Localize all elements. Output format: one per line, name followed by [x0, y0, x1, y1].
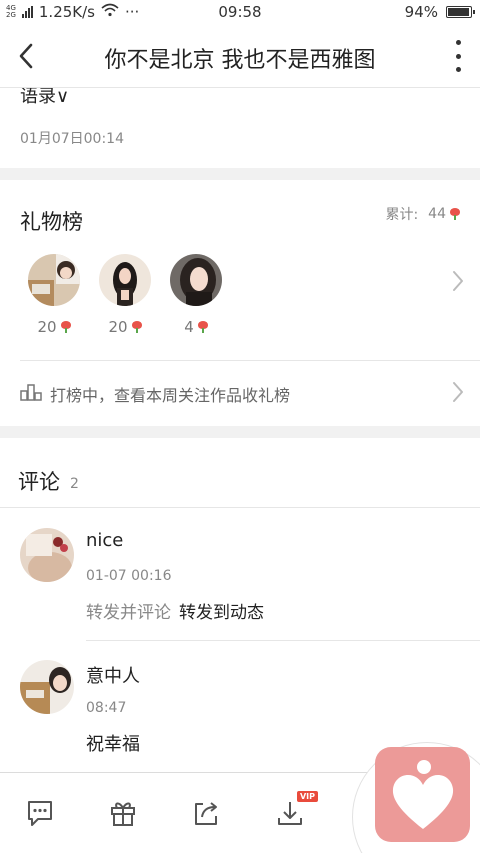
heart-app-icon — [392, 759, 453, 829]
post-content: 语录∨ 01月07日00:14 — [0, 88, 480, 168]
gift-button[interactable] — [105, 795, 141, 831]
weekly-rank-link[interactable]: 打榜中，查看本周关注作品收礼榜 — [20, 361, 464, 427]
weekly-rank-text: 打榜中，查看本周关注作品收礼榜 — [50, 386, 291, 405]
post-text-expand[interactable]: 语录∨ — [20, 88, 69, 108]
rose-icon — [131, 321, 142, 333]
chevron-right-icon[interactable] — [452, 270, 464, 296]
post-date: 01月07日00:14 — [20, 131, 124, 147]
divider — [0, 507, 480, 508]
comment-button[interactable] — [22, 795, 58, 831]
avatar — [28, 254, 80, 306]
gift-icon — [111, 802, 135, 826]
rose-icon — [60, 321, 71, 333]
chevron-right-icon — [452, 381, 464, 407]
comment-text-part: 转发并评论 — [86, 603, 171, 623]
battery-fill — [448, 8, 469, 16]
rose-icon — [197, 321, 208, 333]
donor-count: 4 — [168, 318, 224, 336]
title-bar: 你不是北京 我也不是西雅图 — [0, 24, 480, 88]
avatar[interactable] — [20, 528, 74, 582]
divider — [86, 640, 480, 641]
avatar[interactable] — [20, 660, 74, 714]
comment-body: 转发并评论 转发到动态 — [86, 598, 264, 623]
section-gap — [0, 426, 480, 438]
rose-icon — [450, 208, 460, 220]
download-button[interactable]: VIP — [272, 791, 318, 831]
back-arrow-icon — [19, 43, 33, 69]
battery-percent: 94% — [404, 3, 438, 21]
avatar — [170, 254, 222, 306]
gift-donor[interactable]: 4 — [168, 254, 224, 336]
comment-icon — [28, 801, 52, 826]
donor-count: 20 — [97, 318, 153, 336]
avatar — [99, 254, 151, 306]
battery-icon — [446, 6, 475, 18]
floating-heart-button[interactable] — [375, 747, 470, 842]
comment-author[interactable]: 意中人 — [86, 662, 140, 688]
download-icon — [278, 802, 302, 825]
comments-count: 2 — [70, 476, 79, 492]
comment-time: 01-07 00:16 — [86, 568, 172, 584]
comment-text-part: 转发到动态 — [179, 603, 264, 623]
comments-section: 评论 2 nice 01-07 00:16 转发并评论 转发到动态 意中人 08… — [0, 438, 480, 772]
comment-text: 祝幸福 — [86, 734, 140, 755]
comments-title: 评论 — [18, 470, 60, 494]
gift-board-title: 礼物榜 — [20, 210, 83, 234]
gift-total-value: 44 — [428, 206, 446, 222]
status-bar: 4G 2G 1.25K/s ··· 09:58 94% — [0, 0, 480, 24]
share-button[interactable] — [188, 795, 224, 831]
page-title: 你不是北京 我也不是西雅图 — [104, 48, 376, 73]
donor-count: 20 — [26, 318, 82, 336]
comment-author[interactable]: nice — [86, 530, 123, 551]
gift-board: 礼物榜 累计: 44 20 20 4 打榜中，查看本周关注作品收礼榜 — [0, 180, 480, 426]
back-button[interactable] — [10, 38, 42, 74]
section-gap — [0, 168, 480, 180]
gift-donor[interactable]: 20 — [97, 254, 153, 336]
gift-total-label: 累计: — [385, 207, 419, 223]
comment-time: 08:47 — [86, 700, 127, 716]
gift-donor[interactable]: 20 — [26, 254, 82, 336]
gift-total: 累计: 44 — [385, 204, 460, 224]
more-vertical-icon[interactable] — [450, 40, 466, 72]
podium-icon — [20, 383, 42, 405]
vip-badge: VIP — [296, 791, 318, 802]
share-icon — [195, 802, 217, 825]
